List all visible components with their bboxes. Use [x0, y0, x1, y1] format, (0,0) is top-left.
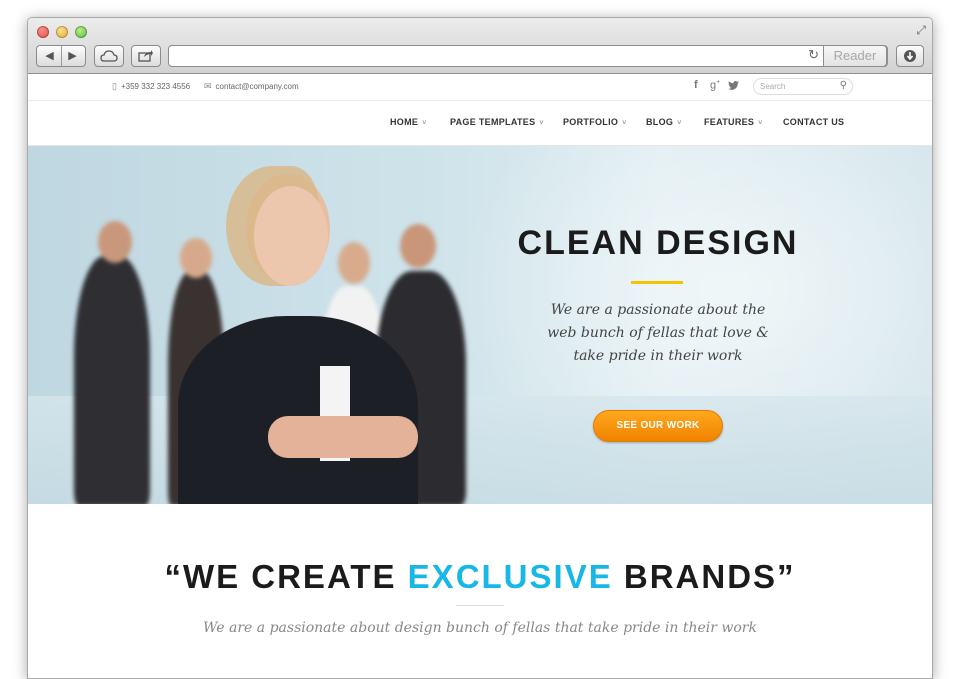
nav-item-home[interactable]: HOME ˅ [390, 117, 427, 127]
icloud-tabs-button[interactable] [94, 45, 124, 67]
hero-divider [631, 281, 683, 284]
nav-item-blog[interactable]: BLOG ˅ [646, 117, 682, 127]
chevron-down-icon: ˅ [539, 120, 544, 127]
download-icon [904, 50, 916, 62]
reload-icon[interactable]: ↻ [808, 47, 819, 63]
envelope-icon: ✉ [204, 81, 212, 91]
email-address[interactable]: contact@company.com [216, 82, 299, 91]
forward-icon[interactable]: ▶ [62, 46, 84, 66]
chevron-down-icon: ˅ [677, 120, 682, 127]
search-icon[interactable]: ⚲ [840, 80, 847, 91]
minimize-window-button[interactable] [56, 26, 68, 38]
downloads-button[interactable] [896, 45, 924, 67]
chevron-down-icon: ˅ [622, 120, 627, 127]
hero-subtitle: We are a passionate about the web bunch … [547, 302, 769, 364]
back-icon[interactable]: ◀ [39, 46, 61, 66]
search-placeholder: Search [760, 82, 786, 91]
hero-photo [28, 146, 932, 504]
zoom-window-button[interactable] [75, 26, 87, 38]
google-plus-icon[interactable]: g+ [710, 79, 720, 92]
hero-banner: CLEAN DESIGN We are a passionate about t… [28, 146, 932, 504]
web-page: ▯ +359 332 323 4556 ✉ contact@company.com … [28, 74, 932, 678]
contact-topbar: ▯ +359 332 323 4556 ✉ contact@company.com … [28, 74, 932, 101]
facebook-icon[interactable]: f [694, 79, 698, 91]
reader-button[interactable]: Reader [823, 45, 887, 67]
hero-title: CLEAN DESIGN [517, 224, 799, 262]
nav-item-features[interactable]: FEATURES ˅ [704, 117, 763, 127]
twitter-icon[interactable] [728, 79, 739, 93]
nav-item-contact-us[interactable]: CONTACT US [783, 117, 844, 127]
browser-toolbar: ⤢ ◀ ▶ ↻ Reader [28, 18, 932, 74]
section-subtitle: We are a passionate about design bunch o… [203, 620, 757, 636]
fullscreen-icon[interactable]: ⤢ [916, 23, 926, 38]
search-input[interactable]: Search ⚲ [753, 78, 853, 95]
close-window-button[interactable] [37, 26, 49, 38]
address-bar[interactable]: ↻ Reader [168, 45, 888, 67]
chevron-down-icon: ˅ [758, 120, 763, 127]
chevron-down-icon: ˅ [422, 120, 427, 127]
nav-item-portfolio[interactable]: PORTFOLIO ˅ [563, 117, 627, 127]
share-icon [138, 50, 153, 62]
phone-number: +359 332 323 4556 [120, 82, 191, 91]
see-our-work-button[interactable]: SEE OUR WORK [593, 410, 723, 442]
share-button[interactable] [131, 45, 161, 67]
email-info: ✉ contact@company.com [204, 81, 299, 92]
cloud-icon [100, 50, 118, 62]
main-navigation: HOME ˅ PAGE TEMPLATES ˅ PORTFOLIO ˅ BLOG ˅ F… [28, 101, 932, 146]
back-forward-buttons: ◀ ▶ [36, 45, 86, 67]
phone-icon: ▯ [112, 81, 117, 91]
browser-window: ⤢ ◀ ▶ ↻ Reader ▯ +359 332 323 4556 ✉ con… [27, 17, 933, 679]
phone-info: ▯ +359 332 323 4556 [112, 81, 190, 92]
section-title: “WE CREATE EXCLUSIVE BRANDS” [164, 558, 796, 595]
section-divider [456, 605, 504, 606]
nav-item-page-templates[interactable]: PAGE TEMPLATES ˅ [450, 117, 544, 127]
section-title-accent: EXCLUSIVE [407, 558, 613, 595]
